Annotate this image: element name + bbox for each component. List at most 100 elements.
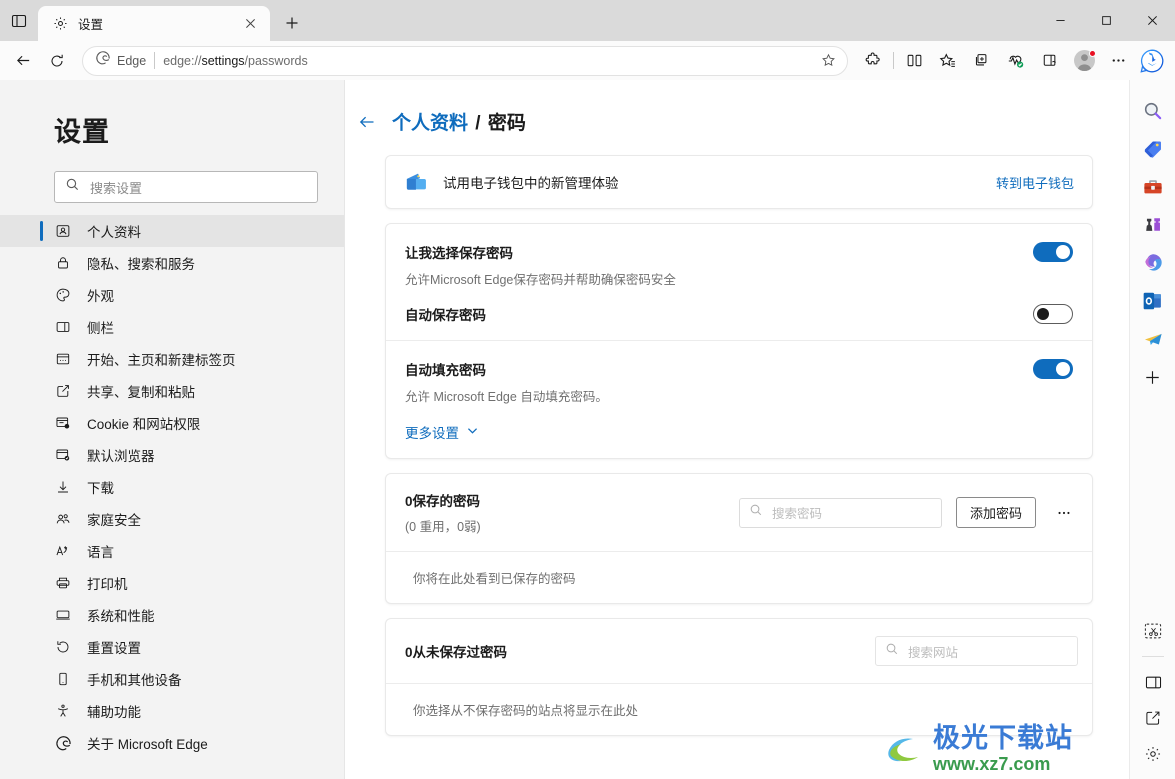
minimize-button[interactable] [1037,0,1083,41]
address-bar[interactable]: Edge edge://settings/passwords [82,45,848,76]
microsoft-365-icon[interactable] [1136,246,1170,280]
search-sites-input[interactable]: 搜索网站 [875,636,1078,666]
rail-bottom-group [1130,614,1175,771]
browser-essentials-icon[interactable] [999,45,1033,76]
bing-copilot-icon[interactable] [1135,45,1169,76]
toggle-knob [1056,362,1070,376]
search-input[interactable]: 搜索设置 [54,171,318,203]
setting-description: 允许 Microsoft Edge 自动填充密码。 [405,390,608,404]
ellipsis-icon[interactable] [1101,45,1135,76]
split-screen-icon[interactable] [897,45,931,76]
tab-list-icon[interactable] [0,0,38,41]
saved-passwords-card: 0保存的密码 (0 重用，0弱) 搜索密码 添加密码 你将在此处看到已保存的密码 [385,473,1093,604]
sidebar-item-about-edge[interactable]: 关于 Microsoft Edge [0,727,344,759]
sidebar-item-printers[interactable]: 打印机 [0,567,344,599]
omnibox-divider [154,52,156,69]
never-saved-card: 0从未保存过密码 搜索网站 你选择从不保存密码的站点将显示在此处 [385,618,1093,736]
tab-settings[interactable]: 设置 [38,6,270,41]
edge-logo-icon [95,50,111,71]
search-passwords-input[interactable]: 搜索密码 [738,497,942,528]
omnibox-url[interactable]: edge://settings/passwords [163,54,807,68]
sidebar-item-start-home-newtab[interactable]: 开始、主页和新建标签页 [0,343,344,375]
password-settings-card: 让我选择保存密码 允许Microsoft Edge保存密码并帮助确保密码安全 自… [385,223,1093,459]
sidebar-item-privacy[interactable]: 隐私、搜索和服务 [0,247,344,279]
drop-icon[interactable] [1033,45,1067,76]
sidebar-item-appearance[interactable]: 外观 [0,279,344,311]
add-icon[interactable] [1136,360,1170,394]
sidebar-item-reset-settings[interactable]: 重置设置 [0,631,344,663]
sidebar-item-profile[interactable]: 个人资料 [0,215,344,247]
avatar[interactable] [1067,45,1101,76]
download-icon [54,478,72,496]
sidebar-item-system-performance[interactable]: 系统和性能 [0,599,344,631]
more-settings-link[interactable]: 更多设置 [405,422,1073,442]
sidebar-item-sidebar[interactable]: 侧栏 [0,311,344,343]
search-icon [885,642,899,661]
edge-logo-icon [54,734,72,752]
search-passwords-placeholder: 搜索密码 [771,507,822,521]
sidebar-item-label: 侧栏 [87,321,114,336]
sidebar-item-default-browser[interactable]: 默认浏览器 [0,439,344,471]
settings-gear-icon[interactable] [1136,737,1170,771]
new-tab-button[interactable] [276,7,308,39]
sidebar-item-accessibility[interactable]: 辅助功能 [0,695,344,727]
open-external-icon[interactable] [1136,701,1170,735]
saved-passwords-header: 0保存的密码 (0 重用，0弱) 搜索密码 添加密码 [386,474,1092,551]
sidebar-item-cookies-permissions[interactable]: Cookie 和网站权限 [0,407,344,439]
ellipsis-icon[interactable] [1050,499,1078,527]
refresh-icon[interactable] [40,45,74,76]
page-body: 设置 搜索设置 个人资料 隐私、搜索和服务 外观 侧栏 开始、主页和新建标签页 … [0,80,1175,779]
screenshot-capture-icon[interactable] [1136,614,1170,648]
back-arrow-icon[interactable] [356,111,378,133]
sidebar-item-family-safety[interactable]: 家庭安全 [0,503,344,535]
search-icon [749,503,763,522]
shopping-tag-icon[interactable] [1136,132,1170,166]
extensions-icon[interactable] [856,45,890,76]
setting-description: 允许Microsoft Edge保存密码并帮助确保密码安全 [405,273,676,287]
add-password-button[interactable]: 添加密码 [955,497,1036,528]
sidebar-item-downloads[interactable]: 下载 [0,471,344,503]
sidebar-item-phone-other-devices[interactable]: 手机和其他设备 [0,663,344,695]
autofill-passwords-block: 自动填充密码 允许 Microsoft Edge 自动填充密码。 更多设置 [386,340,1092,458]
edge-identity-badge: Edge [95,50,146,71]
sidebar-item-share-copy-paste[interactable]: 共享、复制和粘贴 [0,375,344,407]
wallet-icon [403,169,429,195]
settings-content: 个人资料 / 密码 试用电子钱包中的新管理体验 转到电子钱包 让我选择保存密码 … [345,80,1129,779]
offer-to-save-passwords-toggle[interactable] [1033,242,1073,262]
games-chess-icon[interactable] [1136,208,1170,242]
search-icon [65,177,80,197]
collections-icon[interactable] [965,45,999,76]
auto-save-passwords-row: 自动保存密码 [405,304,1073,324]
sidebar-toggle-icon[interactable] [1136,665,1170,699]
go-to-wallet-link[interactable]: 转到电子钱包 [996,173,1074,192]
breadcrumb: 个人资料 / 密码 [345,80,1129,135]
close-window-button[interactable] [1129,0,1175,41]
default-browser-icon [54,446,72,464]
sidebar-item-label: 重置设置 [87,641,141,656]
breadcrumb-text: 个人资料 / 密码 [392,108,526,135]
never-saved-empty-text: 你选择从不保存密码的站点将显示在此处 [386,683,1092,735]
outlook-icon[interactable] [1136,284,1170,318]
back-arrow-icon[interactable] [6,45,40,76]
palette-icon [54,286,72,304]
breadcrumb-current: 密码 [487,113,526,134]
favorites-icon[interactable] [931,45,965,76]
family-safety-icon [54,510,72,528]
autofill-passwords-toggle[interactable] [1033,359,1073,379]
search-magnifier-icon[interactable] [1136,94,1170,128]
breadcrumb-parent[interactable]: 个人资料 [392,113,468,134]
sidebar-item-label: 辅助功能 [87,705,141,720]
page-title: 设置 [54,117,110,147]
auto-save-passwords-toggle[interactable] [1033,304,1073,324]
reset-icon [54,638,72,656]
maximize-button[interactable] [1083,0,1129,41]
settings-cards: 试用电子钱包中的新管理体验 转到电子钱包 让我选择保存密码 允许Microsof… [345,135,1129,736]
printer-icon [54,574,72,592]
telegram-plane-icon[interactable] [1136,322,1170,356]
sidebar-item-languages[interactable]: 语言 [0,535,344,567]
star-outline-icon[interactable] [815,48,841,74]
offer-to-save-passwords-row: 让我选择保存密码 [405,242,1073,262]
close-icon[interactable] [238,12,262,36]
toolbox-icon[interactable] [1136,170,1170,204]
edge-sidebar-rail [1129,80,1175,779]
